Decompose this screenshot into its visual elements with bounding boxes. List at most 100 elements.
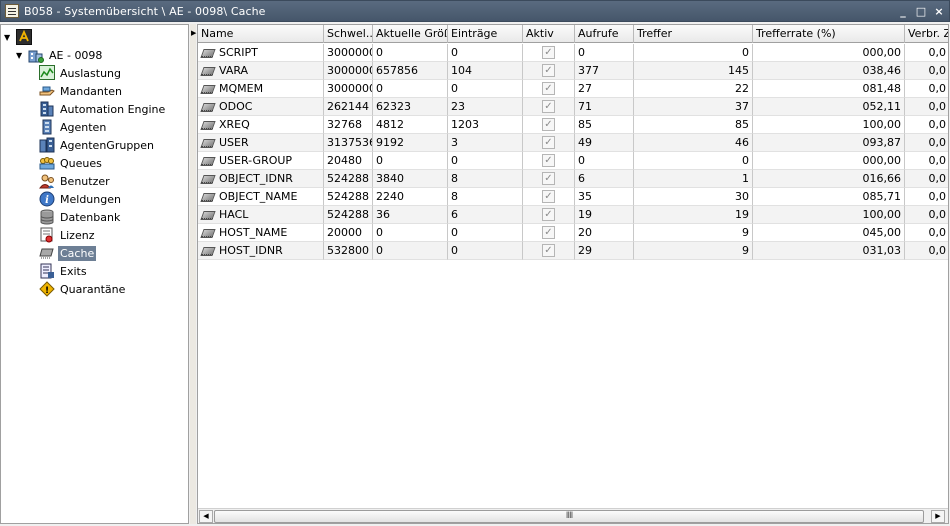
minimize-button[interactable]: _ xyxy=(895,3,911,19)
database-icon xyxy=(39,209,55,225)
tree-item-mandanten[interactable]: Mandanten xyxy=(39,82,124,100)
collapse-arrow-icon[interactable]: ▶ xyxy=(191,29,196,37)
tree-item-auslastung[interactable]: Auslastung xyxy=(39,64,123,82)
active-checkbox[interactable]: ✓ xyxy=(542,190,555,203)
tree-item-automation-engine[interactable]: Automation Engine xyxy=(39,100,167,118)
cell-name: USER-GROUP xyxy=(198,152,324,170)
active-checkbox[interactable]: ✓ xyxy=(542,154,555,167)
table-row[interactable]: HOST_NAME 20000 0 0 ✓ 20 9 045,00 0,0 xyxy=(198,224,948,242)
cache-chip-icon xyxy=(200,119,215,131)
cache-chip-icon xyxy=(200,191,215,203)
scroll-left-icon[interactable]: ◀ xyxy=(199,510,213,523)
tree-item-queues[interactable]: Queues xyxy=(39,154,104,172)
horizontal-scrollbar[interactable]: ◀ IIII ▶ xyxy=(198,508,948,523)
tree-root-label xyxy=(35,36,39,38)
active-checkbox[interactable]: ✓ xyxy=(542,64,555,77)
table-row[interactable]: USER 3137536 9192 3 ✓ 49 46 093,87 0,0 xyxy=(198,134,948,152)
table-row[interactable]: HOST_IDNR 532800 0 0 ✓ 29 9 031,03 0,0 xyxy=(198,242,948,260)
cell-hits: 22 xyxy=(634,80,753,98)
cell-calls: 35 xyxy=(575,188,634,206)
tree-item-label: AgentenGruppen xyxy=(60,138,155,152)
cell-entries: 0 xyxy=(448,80,523,98)
warning-icon: ! xyxy=(39,281,55,297)
hits-column-header[interactable]: Treffer xyxy=(634,25,753,43)
scroll-right-icon[interactable]: ▶ xyxy=(931,510,945,523)
cell-hits: 0 xyxy=(634,152,753,170)
cell-calls: 6 xyxy=(575,170,634,188)
cell-threshold: 524288 xyxy=(324,170,373,188)
cell-size: 657856 xyxy=(373,62,448,80)
table-row[interactable]: OBJECT_NAME 524288 2240 8 ✓ 35 30 085,71 0,0 xyxy=(198,188,948,206)
cell-size: 0 xyxy=(373,152,448,170)
active-checkbox[interactable]: ✓ xyxy=(542,82,555,95)
table-row[interactable]: XREQ 32768 4812 1203 ✓ 85 85 100,00 0,0 xyxy=(198,116,948,134)
tree-client[interactable]: ▼ AE - 0098 xyxy=(16,46,104,64)
cell-name-text: HOST_NAME xyxy=(219,226,288,239)
cell-rate: 000,00 xyxy=(753,152,905,170)
cell-name: XREQ xyxy=(198,116,324,134)
tree-root[interactable]: ▼ xyxy=(4,28,39,46)
cache-chip-icon xyxy=(200,101,215,113)
active-checkbox[interactable]: ✓ xyxy=(542,46,555,59)
agent-icon xyxy=(39,119,55,135)
rate-column-header[interactable]: Trefferrate (%) xyxy=(753,25,905,43)
tree-item-benutzer[interactable]: Benutzer xyxy=(39,172,112,190)
active-checkbox[interactable]: ✓ xyxy=(542,226,555,239)
table-row[interactable]: ODOC 262144 62323 23 ✓ 71 37 052,11 0,0 xyxy=(198,98,948,116)
navigation-tree[interactable]: ▼ ▼ AE - 0098 Auslastung Mandanten Autom… xyxy=(0,24,189,524)
cell-extra: 0,0 xyxy=(905,134,948,152)
tree-item-exits[interactable]: Exits xyxy=(39,262,89,280)
table-row[interactable]: SCRIPT 3000000 0 0 ✓ 0 0 000,00 0,0 xyxy=(198,44,948,62)
tree-item-quarantaene[interactable]: ! Quarantäne xyxy=(39,280,127,298)
tree-item-agentengruppen[interactable]: AgentenGruppen xyxy=(39,136,156,154)
tree-item-datenbank[interactable]: Datenbank xyxy=(39,208,122,226)
active-checkbox[interactable]: ✓ xyxy=(542,118,555,131)
cell-calls: 20 xyxy=(575,224,634,242)
active-checkbox[interactable]: ✓ xyxy=(542,136,555,149)
cell-name: HOST_NAME xyxy=(198,224,324,242)
table-row[interactable]: MQMEM 3000000 0 0 ✓ 27 22 081,48 0,0 xyxy=(198,80,948,98)
cell-rate: 085,71 xyxy=(753,188,905,206)
panel-splitter[interactable]: ▶ xyxy=(190,24,196,524)
automic-logo-icon xyxy=(16,29,32,45)
table-row[interactable]: HACL 524288 36 6 ✓ 19 19 100,00 0,0 xyxy=(198,206,948,224)
cell-name: SCRIPT xyxy=(198,44,324,62)
expand-arrow-icon[interactable]: ▼ xyxy=(16,51,25,60)
scrollbar-thumb[interactable]: IIII xyxy=(214,510,924,523)
threshold-column-header[interactable]: Schwel... xyxy=(324,25,373,43)
active-checkbox[interactable]: ✓ xyxy=(542,172,555,185)
table-row[interactable]: OBJECT_IDNR 524288 3840 8 ✓ 6 1 016,66 0,0 xyxy=(198,170,948,188)
table-row[interactable]: VARA 3000000 657856 104 ✓ 377 145 038,46 0,0 xyxy=(198,62,948,80)
cell-extra: 0,0 xyxy=(905,62,948,80)
cell-name: MQMEM xyxy=(198,80,324,98)
maximize-button[interactable]: □ xyxy=(913,3,929,19)
tree-item-label: Exits xyxy=(60,264,87,278)
cell-rate: 100,00 xyxy=(753,206,905,224)
cell-entries: 8 xyxy=(448,188,523,206)
expand-arrow-icon[interactable]: ▼ xyxy=(4,33,13,42)
cache-table[interactable]: NameSchwel...Aktuelle GrößeEinträgeAktiv… xyxy=(197,24,949,524)
entries-column-header[interactable]: Einträge xyxy=(448,25,523,43)
cache-chip-icon xyxy=(200,47,215,59)
active-checkbox[interactable]: ✓ xyxy=(542,244,555,257)
close-button[interactable]: × xyxy=(931,3,947,19)
active-checkbox[interactable]: ✓ xyxy=(542,100,555,113)
tree-item-label: Mandanten xyxy=(60,84,122,98)
tree-item-agenten[interactable]: Agenten xyxy=(39,118,108,136)
active-column-header[interactable]: Aktiv xyxy=(523,25,575,43)
tree-item-label: Meldungen xyxy=(60,192,121,206)
cell-name: HOST_IDNR xyxy=(198,242,324,260)
cell-name-text: VARA xyxy=(219,64,249,77)
extra-column-header[interactable]: Verbr. Ze xyxy=(905,25,948,43)
tree-item-lizenz[interactable]: Lizenz xyxy=(39,226,96,244)
table-row[interactable]: USER-GROUP 20480 0 0 ✓ 0 0 000,00 0,0 xyxy=(198,152,948,170)
active-checkbox[interactable]: ✓ xyxy=(542,208,555,221)
cell-calls: 71 xyxy=(575,98,634,116)
cell-hits: 0 xyxy=(634,44,753,62)
tree-item-meldungen[interactable]: i Meldungen xyxy=(39,190,123,208)
tree-item-cache[interactable]: Cache xyxy=(39,244,97,262)
size-column-header[interactable]: Aktuelle Größe xyxy=(373,25,448,43)
calls-column-header[interactable]: Aufrufe xyxy=(575,25,634,43)
name-column-header[interactable]: Name xyxy=(198,25,324,43)
cache-chip-icon xyxy=(200,209,215,221)
